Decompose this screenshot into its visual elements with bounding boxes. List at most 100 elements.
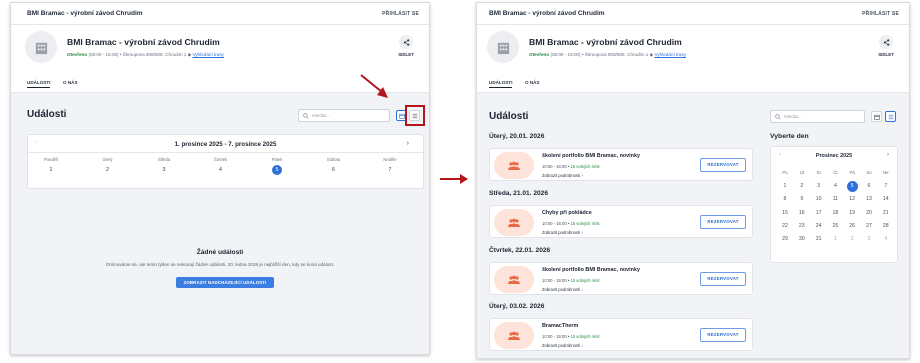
event-time: 10:00 - 16:00 • 15 volných míst (542, 278, 600, 283)
calendar-day[interactable]: 24 (812, 223, 826, 229)
transition-arrow (440, 174, 468, 184)
tab-events[interactable]: UDÁLOSTI (27, 80, 51, 88)
tab-events[interactable]: UDÁLOSTI (489, 80, 513, 88)
free-places: 15 volných míst (570, 278, 600, 283)
month-next-button[interactable]: › (887, 152, 889, 158)
search-input[interactable]: Hledat... (770, 110, 865, 123)
calendar-day[interactable]: 9 (795, 196, 809, 202)
day-cell[interactable]: 4 (206, 167, 236, 173)
event-title: školení portfolio BMI Bramac, novinky (542, 153, 640, 159)
week-next-button[interactable]: › (407, 140, 409, 147)
event-hours: 10:00 - 16:00 (542, 334, 567, 339)
show-details-link[interactable]: Zobrazit podrobnosti › (542, 230, 583, 235)
calendar-day[interactable]: 1 (828, 236, 842, 242)
opening-hours: (08:00 - 15:00) (88, 52, 119, 57)
address: Škroupova 808/808, Chrudim 1 (122, 52, 187, 57)
share-button[interactable]: SDÍLET (395, 35, 417, 57)
navigate-link[interactable]: Vyhledání trasy (192, 52, 224, 57)
month-calendar: ‹ Prosinec 2025 › Po Út St Čt Pá So Ne 1 2 3 4 5 6 7 8… (770, 146, 898, 263)
venue-name: BMI Bramac - výrobní závod Chrudim (529, 37, 682, 47)
details-label: Zobrazit podrobnosti (542, 287, 581, 292)
weekday-label: Pátek (271, 157, 283, 162)
week-title: 1. prosince 2025 - 7. prosince 2025 (174, 141, 277, 148)
day-cell[interactable]: 3 (149, 167, 179, 173)
day-cell[interactable]: 1 (36, 167, 66, 173)
calendar-day[interactable]: 20 (862, 210, 876, 216)
calendar-day[interactable]: 10 (812, 196, 826, 202)
calendar-day[interactable]: 23 (795, 223, 809, 229)
empty-description: Omlouváme se, ale tento týden se nekonaj… (105, 262, 335, 267)
event-time: 10:00 - 16:00 • 15 volných míst (542, 221, 600, 226)
calendar-day[interactable]: 5 (846, 180, 858, 192)
calendar-day[interactable]: 11 (828, 196, 842, 202)
calendar-day[interactable]: 14 (879, 196, 893, 202)
calendar-day[interactable]: 30 (795, 236, 809, 242)
tab-bar: UDÁLOSTI O NÁS (477, 75, 909, 93)
show-details-link[interactable]: Zobrazit podrobnosti › (542, 287, 583, 292)
calendar-day[interactable]: 21 (879, 210, 893, 216)
day-cell[interactable]: 6 (319, 167, 349, 173)
calendar-day[interactable]: 6 (862, 183, 876, 189)
calendar-day[interactable]: 2 (845, 236, 859, 242)
calendar-day[interactable]: 13 (862, 196, 876, 202)
calendar-day[interactable]: 26 (845, 223, 859, 229)
login-button[interactable]: PŘIHLÁSIT SE (862, 11, 899, 17)
calendar-day[interactable]: 2 (795, 183, 809, 189)
calendar-day[interactable]: 22 (778, 223, 792, 229)
calendar-day[interactable]: 3 (812, 183, 826, 189)
day-cell[interactable]: 7 (375, 167, 405, 173)
calendar-day[interactable]: 19 (845, 210, 859, 216)
navigate-link[interactable]: Vyhledání trasy (654, 52, 686, 57)
weekday-header: Pá (849, 170, 855, 175)
calendar-day[interactable]: 4 (828, 183, 842, 189)
book-button[interactable]: REZERVOVAT (700, 328, 746, 342)
venue-header: BMI Bramac - výrobní závod Chrudim Otevř… (11, 25, 429, 75)
calendar-day[interactable]: 8 (778, 196, 792, 202)
calendar-day[interactable]: 28 (879, 223, 893, 229)
login-button[interactable]: PŘIHLÁSIT SE (382, 11, 419, 17)
search-icon (303, 113, 309, 119)
share-label: SDÍLET (398, 52, 414, 57)
calendar-day[interactable]: 16 (795, 210, 809, 216)
details-label: Zobrazit podrobnosti (542, 173, 581, 178)
calendar-day[interactable]: 12 (845, 196, 859, 202)
calendar-icon (873, 114, 880, 120)
calendar-day[interactable]: 29 (778, 236, 792, 242)
tab-about[interactable]: O NÁS (525, 80, 540, 85)
chevron-right-icon: › (581, 230, 583, 235)
list-icon (888, 114, 893, 119)
show-details-link[interactable]: Zobrazit podrobnosti › (542, 343, 583, 348)
search-input[interactable]: Hledat... (298, 109, 390, 122)
calendar-day[interactable]: 17 (812, 210, 826, 216)
venue-header: BMI Bramac - výrobní závod Chrudim Otevř… (477, 25, 909, 75)
calendar-day[interactable]: 15 (778, 210, 792, 216)
select-day-label: Vyberte den (770, 133, 809, 140)
event-title: BramacTherm (542, 323, 579, 329)
calendar-view-button[interactable] (871, 111, 882, 122)
weekday-header: St (816, 170, 821, 175)
calendar-day[interactable]: 3 (862, 236, 876, 242)
calendar-day[interactable]: 7 (879, 183, 893, 189)
book-button[interactable]: REZERVOVAT (700, 215, 746, 229)
list-view-button[interactable] (885, 111, 896, 122)
calendar-day[interactable]: 4 (879, 236, 893, 242)
share-button[interactable]: SDÍLET (875, 35, 897, 57)
right-window: BMI Bramac - výrobní závod Chrudim PŘIHL… (476, 2, 910, 359)
book-button[interactable]: REZERVOVAT (700, 272, 746, 286)
calendar-day[interactable]: 27 (862, 223, 876, 229)
share-icon (399, 35, 413, 49)
show-details-link[interactable]: Zobrazit podrobnosti › (542, 173, 583, 178)
book-button[interactable]: REZERVOVAT (700, 158, 746, 172)
day-cell[interactable]: 5 (272, 165, 282, 175)
calendar-day[interactable]: 25 (828, 223, 842, 229)
calendar-day[interactable]: 31 (812, 236, 826, 242)
calendar-day[interactable]: 1 (778, 183, 792, 189)
app-title: BMI Bramac - výrobní závod Chrudim (27, 10, 143, 17)
calendar-day[interactable]: 18 (828, 210, 842, 216)
month-title: Prosinec 2025 (815, 153, 853, 159)
people-icon (494, 209, 534, 236)
event-hours: 10:00 - 16:00 (542, 278, 567, 283)
day-cell[interactable]: 2 (93, 167, 123, 173)
show-upcoming-button[interactable]: ZOBRAZIT NADCHÁZEJÍCÍ UDÁLOSTI (176, 277, 274, 288)
tab-about[interactable]: O NÁS (63, 80, 78, 85)
